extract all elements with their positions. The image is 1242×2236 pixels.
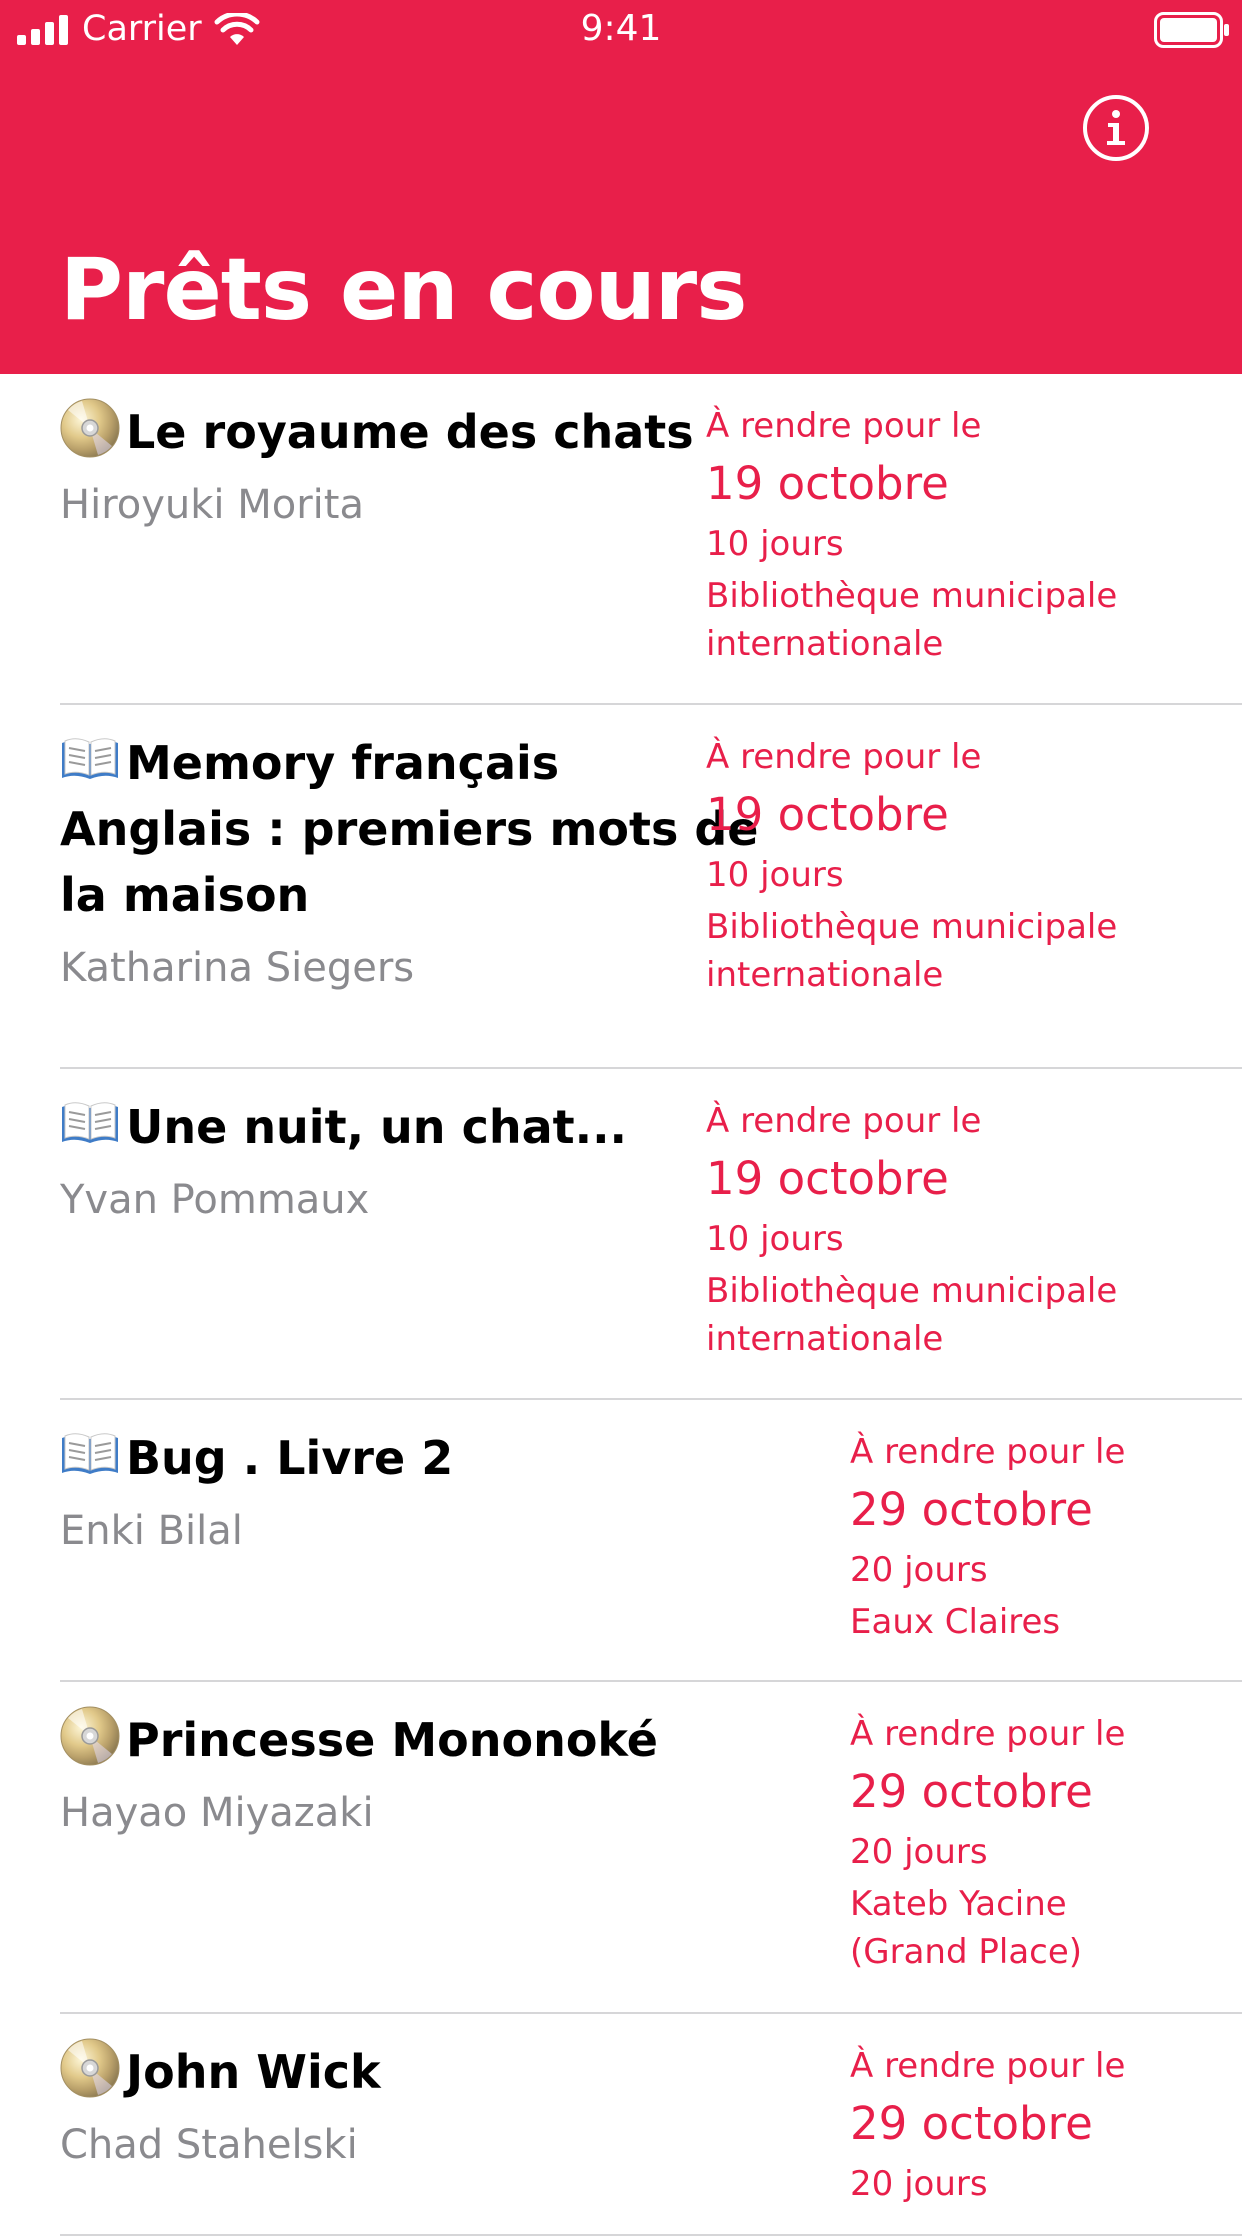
loan-title: Princesse Mononoké (60, 1706, 658, 1773)
library-branch-line: Eaux Claires (850, 1602, 1061, 1642)
loan-row[interactable]: Une nuit, un chat... Yvan Pommaux À rendre… (60, 1069, 1242, 1400)
status-time: 9:41 (580, 8, 662, 49)
loan-author: Hayao Miyazaki (60, 1790, 374, 1836)
days-remaining: 10 jours (706, 1219, 844, 1259)
signal-strength-icon (17, 15, 68, 45)
due-date: 19 octobre (706, 1152, 949, 1205)
library-branch-line: Bibliothèque municipale (706, 907, 1118, 947)
loan-author: Yvan Pommaux (60, 1177, 370, 1223)
loan-title: Une nuit, un chat... (60, 1093, 627, 1160)
loan-title: John Wick (60, 2038, 381, 2105)
days-remaining: 10 jours (706, 855, 844, 895)
dvd-icon (60, 1706, 126, 1773)
loan-title: Memory français Anglais : premiers mots d… (60, 729, 759, 928)
due-label: À rendre pour le (850, 1432, 1126, 1472)
loan-title-line: Bug . Livre 2 (126, 1431, 454, 1485)
due-date: 29 octobre (850, 1483, 1093, 1536)
loans-list: Le royaume des chats Hiroyuki Morita À ren… (0, 374, 1242, 2236)
loan-title-line: la maison (60, 868, 310, 922)
loan-title-line: Anglais : premiers mots de (60, 802, 759, 856)
library-branch: Bibliothèque municipale internationale (706, 572, 1117, 668)
loan-author: Chad Stahelski (60, 2122, 358, 2168)
loan-author: Hiroyuki Morita (60, 482, 364, 528)
days-remaining: 10 jours (706, 524, 844, 564)
loan-title-line: Princesse Mononoké (126, 1713, 658, 1767)
due-date: 29 octobre (850, 2097, 1093, 2150)
days-remaining: 20 jours (850, 2164, 988, 2204)
loan-title-line: Une nuit, un chat... (126, 1100, 628, 1154)
loan-row[interactable]: Memory français Anglais : premiers mots d… (60, 705, 1242, 1069)
loan-details: Memory français Anglais : premiers mots d… (60, 729, 759, 996)
book-icon (60, 1424, 126, 1491)
loan-due-info: À rendre pour le 19 octobre 10 jours Biblio… (706, 1099, 1117, 1363)
loan-title-line: Le royaume des chats (126, 405, 694, 459)
due-date: 19 octobre (706, 457, 949, 510)
loan-author: Enki Bilal (60, 1508, 243, 1554)
library-branch: Bibliothèque municipale internationale (706, 903, 1117, 999)
loan-row[interactable]: Bug . Livre 2 Enki Bilal À rendre pour le 2… (60, 1400, 1242, 1682)
library-branch-line: Bibliothèque municipale (706, 576, 1118, 616)
book-icon (60, 1093, 126, 1160)
page-title: Prêts en cours (60, 240, 747, 340)
loan-row[interactable]: John Wick Chad Stahelski À rendre pour le 2… (60, 2014, 1242, 2236)
info-button[interactable] (1080, 92, 1152, 164)
due-label: À rendre pour le (850, 2046, 1126, 2086)
loan-details: Le royaume des chats Hiroyuki Morita (60, 398, 694, 533)
loan-details: Bug . Livre 2 Enki Bilal (60, 1424, 453, 1559)
book-icon (60, 729, 126, 796)
due-label: À rendre pour le (706, 406, 982, 446)
library-branch-line: internationale (706, 624, 944, 664)
days-remaining: 20 jours (850, 1832, 988, 1872)
library-branch-line: internationale (706, 955, 944, 995)
battery-icon (1154, 12, 1229, 48)
due-label: À rendre pour le (706, 1101, 982, 1141)
library-branch: Kateb Yacine (Grand Place) (850, 1880, 1125, 1976)
due-date: 29 octobre (850, 1765, 1093, 1818)
due-label: À rendre pour le (706, 737, 982, 777)
due-label: À rendre pour le (850, 1714, 1126, 1754)
carrier-label: Carrier (82, 9, 202, 49)
library-branch: Eaux Claires (850, 1598, 1125, 1646)
loan-title: Bug . Livre 2 (60, 1424, 453, 1491)
days-remaining: 20 jours (850, 1550, 988, 1590)
loan-due-info: À rendre pour le 29 octobre 20 jours Eaux C… (850, 1430, 1125, 1646)
library-branch-line: Bibliothèque municipale (706, 1271, 1118, 1311)
loan-details: John Wick Chad Stahelski (60, 2038, 381, 2173)
loan-title: Le royaume des chats (60, 398, 694, 465)
loan-due-info: À rendre pour le 29 octobre 20 jours (850, 2044, 1125, 2206)
wifi-icon (214, 13, 260, 45)
dvd-icon (60, 398, 126, 465)
loan-title-line: John Wick (126, 2045, 381, 2099)
library-branch-line: internationale (706, 1319, 944, 1359)
dvd-icon (60, 2038, 126, 2105)
status-bar: Carrier 9:41 (0, 0, 1242, 60)
loan-details: Une nuit, un chat... Yvan Pommaux (60, 1093, 627, 1228)
navigation-header: Carrier 9:41 Prêts en cours (0, 0, 1242, 374)
loan-row[interactable]: Princesse Mononoké Hayao Miyazaki À rendre… (60, 1682, 1242, 2014)
loan-due-info: À rendre pour le 19 octobre 10 jours Biblio… (706, 735, 1117, 999)
info-circle-icon (1083, 95, 1149, 161)
loan-author: Katharina Siegers (60, 945, 415, 991)
loan-due-info: À rendre pour le 19 octobre 10 jours Biblio… (706, 404, 1117, 668)
loan-row[interactable]: Le royaume des chats Hiroyuki Morita À ren… (60, 374, 1242, 705)
library-branch-line: (Grand Place) (850, 1932, 1083, 1972)
loan-title-line: Memory français (126, 736, 560, 790)
loan-details: Princesse Mononoké Hayao Miyazaki (60, 1706, 658, 1841)
library-branch: Bibliothèque municipale internationale (706, 1267, 1117, 1363)
due-date: 19 octobre (706, 788, 949, 841)
loan-due-info: À rendre pour le 29 octobre 20 jours Kateb … (850, 1712, 1125, 1976)
library-branch-line: Kateb Yacine (850, 1884, 1067, 1924)
